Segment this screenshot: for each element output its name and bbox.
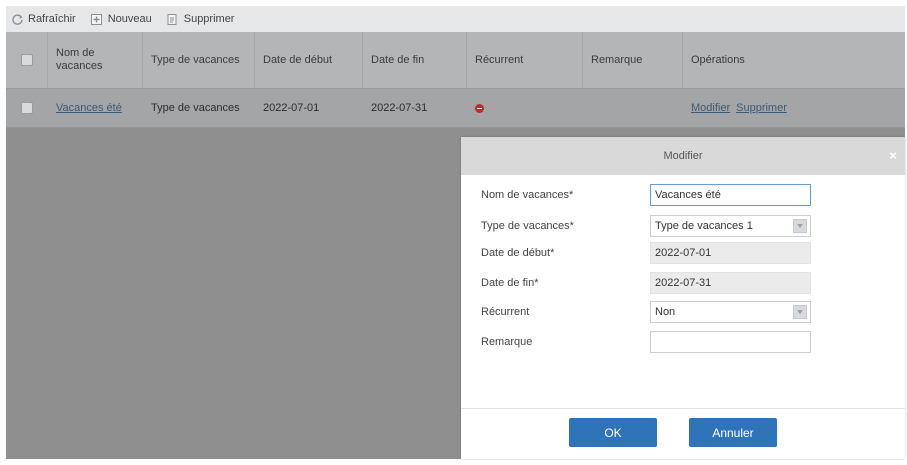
new-button[interactable]: Nouveau bbox=[90, 12, 152, 26]
close-icon[interactable]: × bbox=[889, 148, 897, 163]
start-date-row: Date de début* 2022-07-01 bbox=[461, 242, 905, 264]
table-row[interactable]: Vacances été Type de vacances 2022-07-01… bbox=[6, 89, 905, 128]
row-select-cell bbox=[6, 89, 48, 127]
select-all-cell bbox=[6, 32, 48, 88]
column-header-type[interactable]: Type de vacances bbox=[143, 32, 255, 88]
new-document-icon bbox=[90, 12, 104, 26]
end-date-cell: 2022-07-31 bbox=[371, 102, 428, 114]
column-header-start[interactable]: Date de début bbox=[255, 32, 363, 88]
recurrent-select[interactable]: Non bbox=[650, 301, 811, 323]
column-header-operations: Opérations bbox=[691, 53, 745, 66]
delete-document-icon bbox=[166, 12, 180, 26]
dialog-title: Modifier bbox=[663, 150, 703, 162]
operations-cell: Modifier Supprimer bbox=[683, 89, 905, 127]
delete-link[interactable]: Supprimer bbox=[736, 102, 787, 114]
delete-button[interactable]: Supprimer bbox=[166, 12, 235, 26]
cancel-button[interactable]: Annuler bbox=[689, 418, 777, 447]
recurrent-select-value: Non bbox=[655, 306, 676, 318]
holiday-type-cell: Type de vacances bbox=[151, 102, 240, 114]
dialog-footer-divider bbox=[461, 408, 905, 409]
holiday-name-cell: Vacances été bbox=[48, 89, 143, 127]
recurrent-row: Récurrent Non bbox=[461, 301, 905, 323]
refresh-button[interactable]: Rafraîchir bbox=[10, 12, 76, 26]
delete-label: Supprimer bbox=[183, 13, 235, 25]
type-row: Type de vacances* Type de vacances 1 bbox=[461, 215, 905, 237]
holiday-name-link[interactable]: Vacances été bbox=[56, 102, 122, 114]
edit-link[interactable]: Modifier bbox=[691, 102, 730, 114]
end-date-field[interactable]: 2022-07-31 bbox=[650, 272, 811, 294]
type-label: Type de vacances* bbox=[481, 220, 574, 232]
column-header-name[interactable]: Nom de vacances bbox=[48, 32, 143, 88]
dialog-title-bar: Modifier × bbox=[461, 137, 905, 175]
remark-row: Remarque bbox=[461, 331, 905, 353]
type-select[interactable]: Type de vacances 1 bbox=[650, 215, 811, 237]
refresh-label: Rafraîchir bbox=[28, 13, 76, 25]
edit-dialog: Modifier × Nom de vacances* Vacances été… bbox=[461, 137, 905, 459]
column-header-end[interactable]: Date de fin bbox=[363, 32, 467, 88]
recurrent-label: Récurrent bbox=[481, 306, 530, 318]
start-date-field[interactable]: 2022-07-01 bbox=[650, 242, 811, 264]
start-date-cell: 2022-07-01 bbox=[263, 102, 320, 114]
start-date-label: Date de début* bbox=[481, 247, 555, 259]
toolbar: Rafraîchir Nouveau Supprimer bbox=[6, 6, 905, 32]
type-select-value: Type de vacances 1 bbox=[655, 220, 753, 232]
remark-label: Remarque bbox=[481, 336, 533, 348]
select-all-checkbox[interactable] bbox=[20, 54, 33, 66]
remark-input[interactable] bbox=[650, 331, 811, 353]
remark-cell bbox=[583, 89, 683, 127]
chevron-down-icon[interactable] bbox=[793, 305, 807, 319]
column-header-recurrent[interactable]: Récurrent bbox=[467, 32, 583, 88]
refresh-icon bbox=[10, 12, 24, 26]
end-date-label: Date de fin* bbox=[481, 277, 539, 289]
grid-header: Nom de vacances Type de vacances Date de… bbox=[6, 32, 905, 89]
name-row: Nom de vacances* Vacances été bbox=[461, 184, 905, 206]
new-label: Nouveau bbox=[107, 13, 152, 25]
name-input[interactable]: Vacances été bbox=[650, 184, 811, 206]
column-header-remark[interactable]: Remarque bbox=[583, 32, 683, 88]
chevron-down-icon[interactable] bbox=[793, 219, 807, 233]
red-minus-circle-icon bbox=[475, 103, 484, 113]
ok-button[interactable]: OK bbox=[569, 418, 657, 447]
recurrent-cell bbox=[467, 89, 583, 127]
row-checkbox[interactable] bbox=[21, 102, 33, 114]
name-label: Nom de vacances* bbox=[481, 189, 574, 201]
end-date-row: Date de fin* 2022-07-31 bbox=[461, 272, 905, 294]
